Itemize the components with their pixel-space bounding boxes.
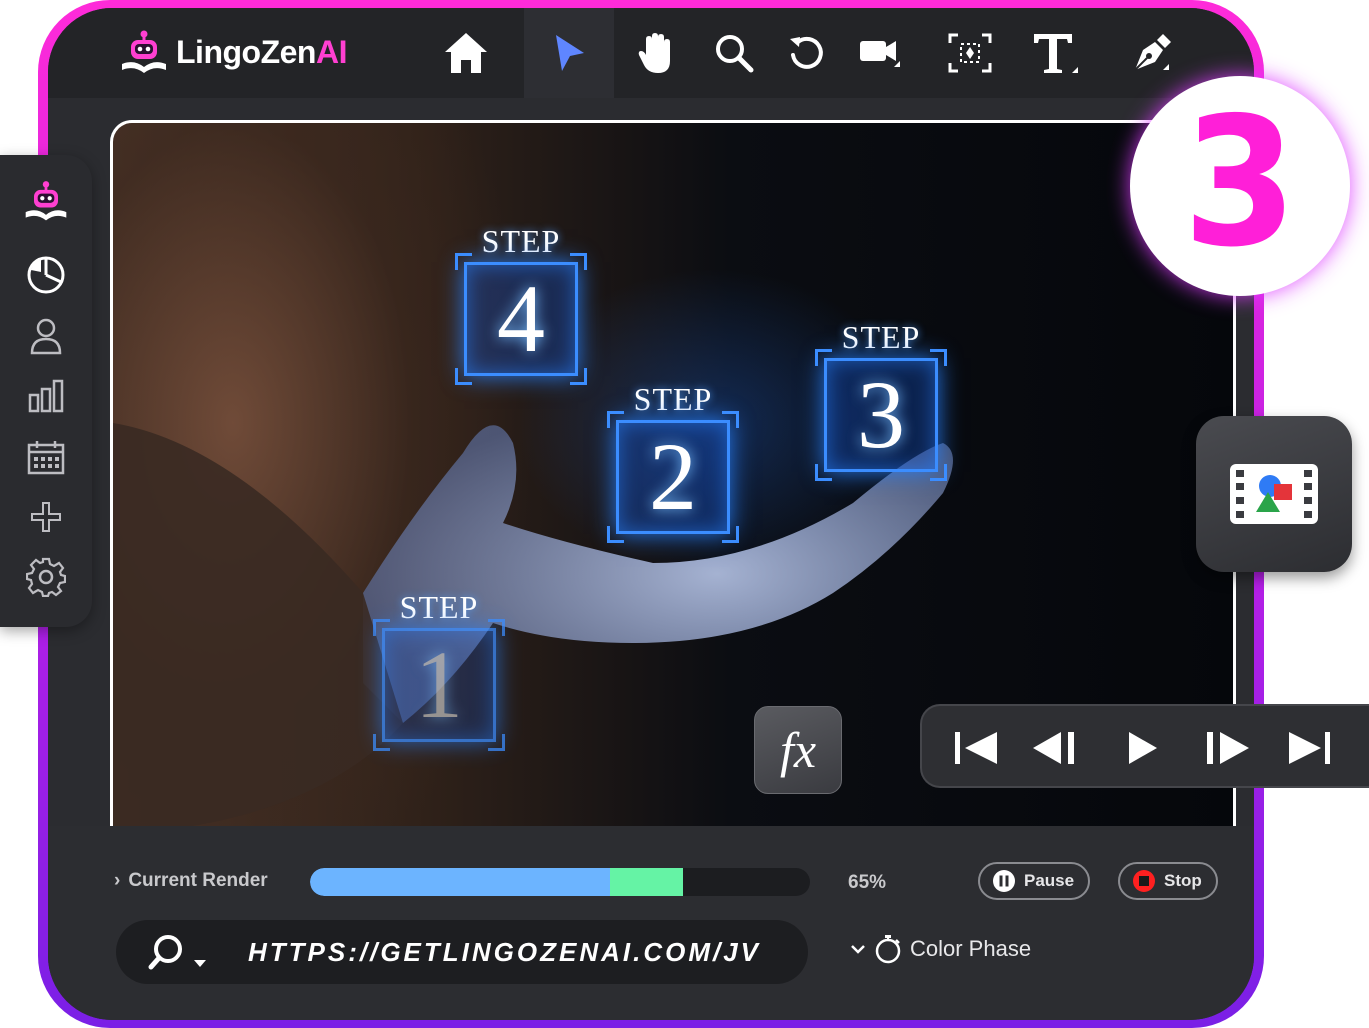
current-render-label[interactable]: › Current Render — [114, 870, 268, 892]
hand-tool-button[interactable] — [616, 8, 696, 98]
step-forward-button[interactable] — [1204, 724, 1252, 772]
fx-icon: fx — [779, 722, 817, 778]
text-icon — [1034, 34, 1078, 73]
playback-controls — [920, 704, 1369, 788]
sidebar-item-add[interactable] — [22, 493, 70, 541]
url-field[interactable]: HTTPS://GETLINGOZENAI.COM/JV — [116, 920, 808, 984]
calendar-icon — [27, 441, 65, 475]
progress-segment — [610, 868, 683, 896]
step-number: 1 — [415, 631, 463, 738]
step-back-icon — [1033, 732, 1074, 764]
effects-button[interactable]: fx — [754, 706, 842, 794]
pointer-icon — [556, 35, 584, 71]
render-panel: › Current Render 65% Pause Stop HTTPS://G… — [48, 826, 1254, 1020]
timer-icon — [875, 935, 901, 964]
analytics-icon — [27, 256, 65, 294]
step-card: STEP 3 — [811, 319, 951, 481]
chevron-down-icon — [851, 945, 865, 954]
app-logo: LingoZenAI — [118, 28, 347, 76]
step-forward-icon — [1207, 732, 1249, 764]
skip-to-start-button[interactable] — [952, 724, 1000, 772]
pause-icon — [993, 870, 1015, 892]
color-phase-dropdown[interactable]: Color Phase — [850, 934, 1031, 964]
step-card: STEP 2 — [603, 381, 743, 543]
step-number: 4 — [497, 265, 545, 372]
logo-robot-icon — [122, 30, 166, 73]
url-text: HTTPS://GETLINGOZENAI.COM/JV — [248, 937, 762, 967]
stop-button[interactable]: Stop — [1118, 862, 1218, 900]
top-toolbar: LingoZenAI — [48, 8, 1254, 98]
bar-chart-icon — [28, 379, 64, 413]
progress-fill — [310, 868, 610, 896]
render-progress-bar — [310, 868, 810, 896]
pause-button[interactable]: Pause — [978, 862, 1091, 900]
search-icon — [716, 35, 754, 73]
add-icon — [31, 502, 61, 532]
step-number: 2 — [649, 423, 697, 530]
skip-to-end-icon — [1289, 732, 1330, 764]
step-box: 4 — [455, 253, 587, 385]
sidebar-item-reports[interactable] — [22, 372, 70, 420]
settings-icon — [26, 557, 66, 597]
pen-icon — [1134, 34, 1171, 71]
step-back-button[interactable] — [1030, 724, 1078, 772]
pen-tool-button[interactable] — [1112, 8, 1192, 98]
sidebar-item-settings[interactable] — [22, 553, 70, 601]
sidebar-item-calendar[interactable] — [22, 433, 70, 481]
undo-button[interactable] — [766, 8, 846, 98]
step-box: 1 — [373, 619, 505, 751]
left-sidebar — [0, 155, 92, 627]
progress-percent: 65% — [848, 872, 887, 893]
camera-icon — [860, 41, 900, 67]
sidebar-item-user[interactable] — [22, 312, 70, 360]
logo-wordmark: LingoZenAI — [176, 33, 347, 70]
camera-tool-button[interactable] — [840, 8, 920, 98]
step-box: 3 — [815, 349, 947, 481]
sidebar-item-analytics[interactable] — [22, 251, 70, 299]
hand-icon — [638, 33, 670, 73]
skip-to-start-icon — [955, 732, 997, 764]
step-card: STEP 4 — [451, 223, 591, 385]
focus-icon — [948, 33, 992, 73]
step-box: 2 — [607, 411, 739, 543]
text-tool-button[interactable] — [1016, 8, 1096, 98]
sidebar-item-logo[interactable] — [22, 177, 70, 225]
user-icon — [30, 318, 62, 355]
step-badge: 3 — [1130, 76, 1350, 296]
badge-number: 3 — [1183, 79, 1297, 286]
step-card: STEP 1 — [369, 589, 509, 751]
focus-tool-button[interactable] — [930, 8, 1010, 98]
stop-icon — [1133, 870, 1155, 892]
step-number: 3 — [857, 361, 905, 468]
home-icon — [445, 33, 487, 73]
skip-to-end-button[interactable] — [1286, 724, 1334, 772]
media-icon — [1230, 464, 1318, 524]
logo-robot-icon — [25, 181, 67, 221]
app-window: LingoZenAI STEP 4 STEP 2 STEP 3 STEP 1 ›… — [48, 8, 1254, 1020]
chevron-right-icon: › — [114, 870, 121, 891]
zoom-tool-button[interactable] — [694, 8, 774, 98]
play-icon — [1129, 732, 1157, 764]
play-button[interactable] — [1118, 724, 1166, 772]
pointer-tool-button[interactable] — [524, 8, 614, 98]
search-icon — [148, 935, 206, 970]
media-library-button[interactable] — [1196, 416, 1352, 572]
undo-icon — [790, 36, 823, 69]
home-button[interactable] — [426, 8, 506, 98]
